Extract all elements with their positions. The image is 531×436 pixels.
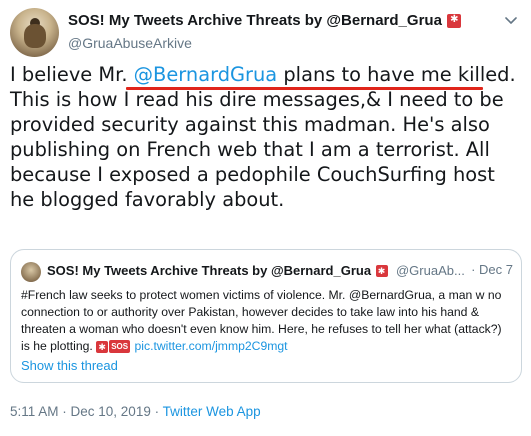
tweet-text: I believe Mr. @BernardGrua plans to have…	[10, 62, 522, 212]
sos-badge: SOS	[109, 340, 131, 354]
alarm-light-icon	[96, 340, 109, 353]
display-name[interactable]: SOS! My Tweets Archive Threats by @Berna…	[68, 11, 442, 31]
quoted-user-avatar	[21, 262, 41, 282]
quoted-tweet-text: #French law seeks to protect women victi…	[21, 287, 513, 355]
tweet: SOS! My Tweets Archive Threats by @Berna…	[0, 0, 531, 436]
quoted-user-handle: @GruaAb...	[395, 263, 465, 278]
quoted-tweet-date: · Dec 7	[471, 262, 513, 277]
quoted-display-name: SOS! My Tweets Archive Threats by @Berna…	[47, 263, 372, 278]
mention-link[interactable]: @BernardGrua	[134, 63, 278, 86]
quoted-tweet-header: SOS! My Tweets Archive Threats by @Berna…	[47, 262, 513, 282]
show-thread-link[interactable]: Show this thread	[21, 358, 118, 373]
avatar-image-detail	[24, 24, 46, 48]
user-handle[interactable]: @GruaAbuseArkive	[68, 33, 521, 53]
alarm-light-icon	[375, 264, 388, 277]
quoted-tweet[interactable]: SOS! My Tweets Archive Threats by @Berna…	[10, 249, 522, 383]
red-underline-annotation	[126, 87, 483, 90]
tweet-text-start: I believe Mr.	[10, 63, 134, 86]
tweet-timestamp[interactable]: 5:11 AM · Dec 10, 2019 ·	[10, 404, 163, 419]
alarm-light-icon	[447, 13, 462, 28]
user-avatar[interactable]	[10, 8, 59, 57]
tweet-footer: 5:11 AM · Dec 10, 2019 · Twitter Web App	[10, 404, 261, 419]
client-link[interactable]: Twitter Web App	[163, 404, 261, 419]
tweet-header: SOS! My Tweets Archive Threats by @Berna…	[68, 11, 521, 53]
chevron-down-icon[interactable]	[503, 12, 519, 28]
pic-link[interactable]: pic.twitter.com/jmmp2C9mgt	[135, 339, 288, 353]
